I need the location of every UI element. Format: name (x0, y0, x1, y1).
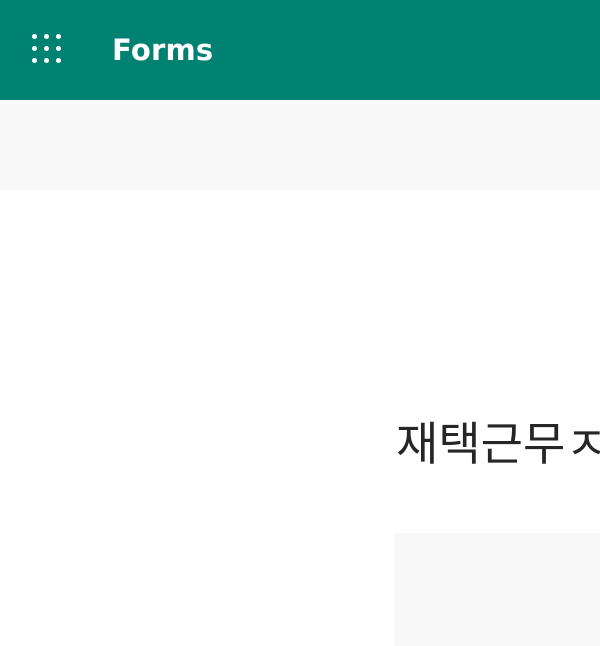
waffle-dot (44, 46, 49, 51)
waffle-dot (44, 58, 49, 63)
waffle-dot (32, 46, 37, 51)
waffle-dot (44, 34, 49, 39)
form-title: 재택근무ㅈ (396, 417, 600, 471)
waffle-dot (32, 34, 37, 39)
waffle-dot (32, 58, 37, 63)
toolbar-area (0, 100, 600, 190)
app-header: Forms (0, 0, 600, 100)
waffle-dot (56, 34, 61, 39)
waffle-dot (56, 46, 61, 51)
app-launcher-waffle-icon[interactable] (30, 32, 64, 66)
app-name[interactable]: Forms (112, 30, 213, 70)
form-content-card (394, 533, 600, 646)
waffle-dot (56, 58, 61, 63)
